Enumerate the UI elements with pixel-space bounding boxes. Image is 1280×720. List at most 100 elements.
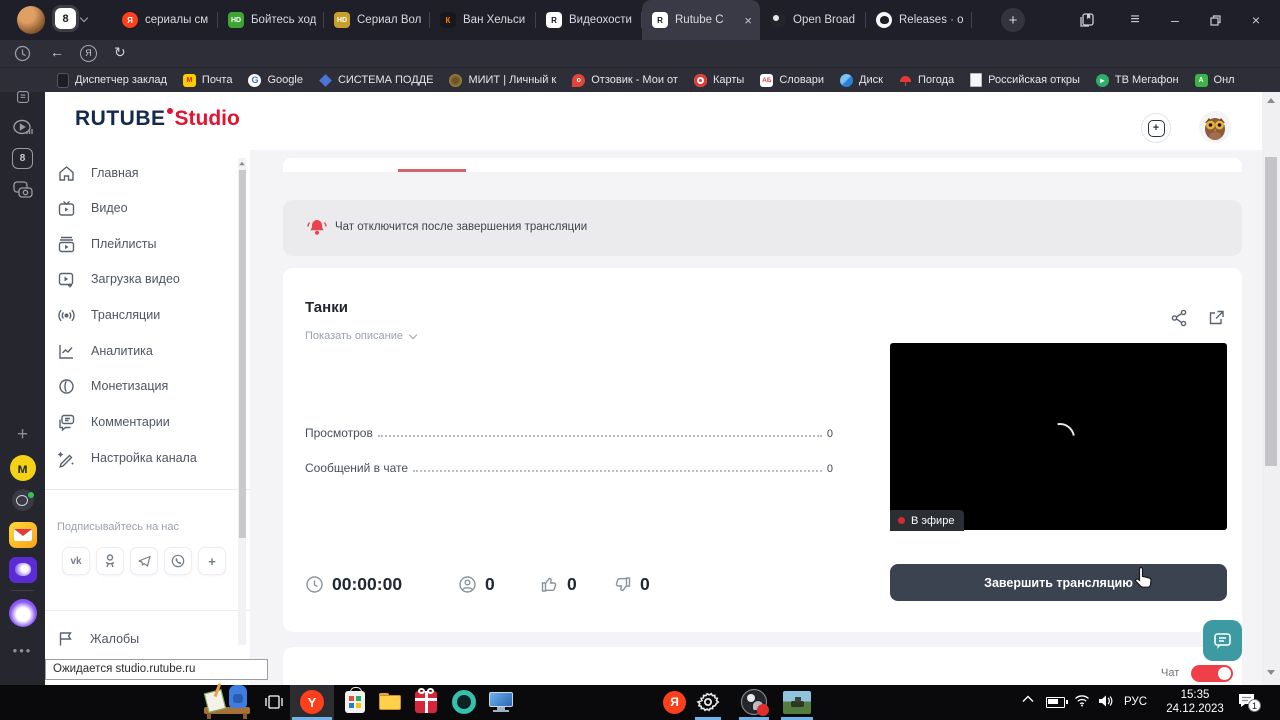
page-scrollbar-thumb[interactable] xyxy=(1265,157,1277,466)
sidebar-item-monetization[interactable]: Монетизация xyxy=(45,372,250,400)
dislikes-stat[interactable]: 0 xyxy=(613,574,650,595)
this-pc-icon[interactable] xyxy=(489,692,513,712)
chevron-down-icon[interactable] xyxy=(79,13,89,22)
bookmark-item[interactable]: Российская откры xyxy=(970,73,1080,87)
bookmark-item[interactable]: Диск xyxy=(840,73,883,87)
minimize-icon[interactable]: – xyxy=(1160,0,1190,40)
add-panel-icon[interactable]: + xyxy=(0,424,45,446)
sidebar-item-analytics[interactable]: Аналитика xyxy=(45,337,250,365)
create-button[interactable]: + xyxy=(1141,113,1171,143)
close-tab-icon[interactable]: × xyxy=(744,14,752,27)
thumbs-up-icon xyxy=(541,577,557,592)
bookmark-item[interactable]: АБ Словари xyxy=(760,73,824,87)
store-taskbar-icon[interactable] xyxy=(345,687,365,713)
show-description-toggle[interactable]: Показать описание xyxy=(305,330,418,342)
browser-tab[interactable]: HD Бойтесь ход xyxy=(218,8,324,32)
gift-app-icon[interactable] xyxy=(415,688,437,713)
scroll-up-icon[interactable] xyxy=(1267,98,1275,103)
metro-app-icon[interactable]: м xyxy=(0,455,45,481)
video-stream-icon[interactable] xyxy=(0,118,45,138)
task-view-icon[interactable] xyxy=(264,693,284,711)
file-explorer-icon[interactable] xyxy=(379,693,401,710)
volume-icon[interactable] xyxy=(1098,694,1113,708)
new-tab-button[interactable]: + xyxy=(1001,8,1025,32)
sidebar-scrollbar-thumb[interactable] xyxy=(238,170,246,538)
profile-owl-avatar[interactable] xyxy=(1199,111,1231,143)
browser-tab-active[interactable]: R Rutube С × xyxy=(642,0,760,40)
notification-center-icon[interactable]: 1 xyxy=(1238,693,1261,712)
sidebar-item-playlists[interactable]: Плейлисты xyxy=(45,230,250,258)
tab-panel-icon[interactable] xyxy=(1072,0,1102,40)
menu-icon[interactable]: ≡ xyxy=(1120,0,1150,40)
sidebar-item-reports[interactable]: Жалобы xyxy=(45,625,250,653)
sidebar-item-upload[interactable]: Загрузка видео xyxy=(45,265,250,293)
purple-app-icon[interactable] xyxy=(0,557,45,583)
more-socials-button[interactable]: + xyxy=(198,547,226,575)
screenshot-icon[interactable] xyxy=(0,180,45,200)
rutube-studio-logo[interactable]: RUTUBE Studio xyxy=(75,107,240,131)
chat-toggle-switch[interactable] xyxy=(1191,665,1233,682)
teal-ring-app-icon[interactable] xyxy=(452,690,476,714)
viber-social-button[interactable] xyxy=(164,547,192,575)
likes-stat[interactable]: 0 xyxy=(540,574,577,595)
language-indicator[interactable]: РУС xyxy=(1124,696,1147,708)
share-icon[interactable] xyxy=(1170,309,1188,327)
bookmark-item[interactable]: о Отзовик - Мои от xyxy=(572,73,678,87)
sidebar-item-comments[interactable]: Комментарии xyxy=(45,408,250,436)
close-window-icon[interactable]: × xyxy=(1241,0,1271,40)
vk-social-button[interactable]: vk xyxy=(62,547,90,575)
browser-tab[interactable]: Я сериалы см xyxy=(112,8,218,32)
bookmark-item[interactable]: ▸ ТВ Мегафон xyxy=(1095,73,1179,87)
battery-icon[interactable] xyxy=(1046,697,1068,708)
telegram-social-button[interactable] xyxy=(130,547,158,575)
browser-tab[interactable]: Releases · ob xyxy=(866,8,972,32)
bookmark-item[interactable]: А Онл xyxy=(1194,73,1235,87)
bookmark-item[interactable]: М Почта xyxy=(182,73,232,87)
sidebar-item-home[interactable]: Главная xyxy=(45,159,250,187)
maximize-icon[interactable] xyxy=(1200,0,1230,40)
chat-fab-button[interactable] xyxy=(1203,620,1242,661)
refresh-icon[interactable]: ↻ xyxy=(114,45,126,59)
tab-group-badge[interactable]: 8 xyxy=(55,8,89,29)
tab-counter-icon[interactable]: 8 xyxy=(0,148,45,169)
weather-umbrella-icon xyxy=(899,74,912,87)
alice-assistant-icon[interactable] xyxy=(0,599,45,627)
bookmark-item[interactable]: МИИТ | Личный к xyxy=(449,73,556,87)
notes-icon[interactable] xyxy=(0,90,45,104)
sidebar-item-video[interactable]: Видео xyxy=(45,194,250,222)
wifi-icon[interactable] xyxy=(1074,694,1090,707)
scroll-up-icon[interactable] xyxy=(239,161,245,166)
bookmark-item[interactable]: Погода xyxy=(899,74,954,87)
desk-app-icon[interactable] xyxy=(200,679,254,719)
browser-app-icon[interactable] xyxy=(0,489,45,511)
browser-tab[interactable]: HD Сериал Вол xyxy=(324,8,430,32)
history-clock-icon[interactable] xyxy=(14,45,31,62)
clock-tray[interactable]: 15:35 24.12.2023 xyxy=(1164,688,1226,716)
bookmark-item[interactable]: Карты xyxy=(693,73,744,87)
obs-taskbar-icon[interactable] xyxy=(741,689,769,716)
yandex-browser-taskbar-icon[interactable]: Y xyxy=(300,690,324,714)
tab-group-count[interactable]: 8 xyxy=(55,8,76,29)
bookmark-item[interactable]: СИСТЕМА ПОДДЕ xyxy=(319,73,433,87)
settings-gear-icon[interactable] xyxy=(696,690,720,714)
tray-expand-icon[interactable] xyxy=(1022,695,1034,703)
browser-tab[interactable]: Open Broad xyxy=(760,8,866,32)
browser-tab[interactable]: R Видеохости xyxy=(536,8,642,32)
profile-avatar[interactable] xyxy=(17,6,45,34)
bookmark-item[interactable]: Диспетчер заклад xyxy=(57,72,167,88)
browser-tab[interactable]: К Ван Хельси xyxy=(430,8,536,32)
yandex-home-icon[interactable]: Я xyxy=(80,44,97,62)
scroll-down-icon[interactable] xyxy=(1267,670,1275,675)
yandex-app-icon[interactable]: Я xyxy=(663,690,686,714)
sidebar-item-channel-settings[interactable]: Настройка канала xyxy=(45,444,250,472)
more-icon[interactable]: ••• xyxy=(0,643,45,658)
running-indicator xyxy=(695,717,721,720)
game-taskbar-icon[interactable] xyxy=(783,691,811,714)
sidebar-item-streams[interactable]: Трансляции xyxy=(45,301,250,329)
end-stream-button[interactable]: Завершить трансляцию xyxy=(890,564,1227,601)
mail-app-icon[interactable] xyxy=(0,522,45,548)
back-icon[interactable]: ← xyxy=(50,45,64,59)
external-link-icon[interactable] xyxy=(1207,309,1225,327)
bookmark-item[interactable]: G Google xyxy=(248,73,303,87)
ok-social-button[interactable] xyxy=(96,547,124,575)
